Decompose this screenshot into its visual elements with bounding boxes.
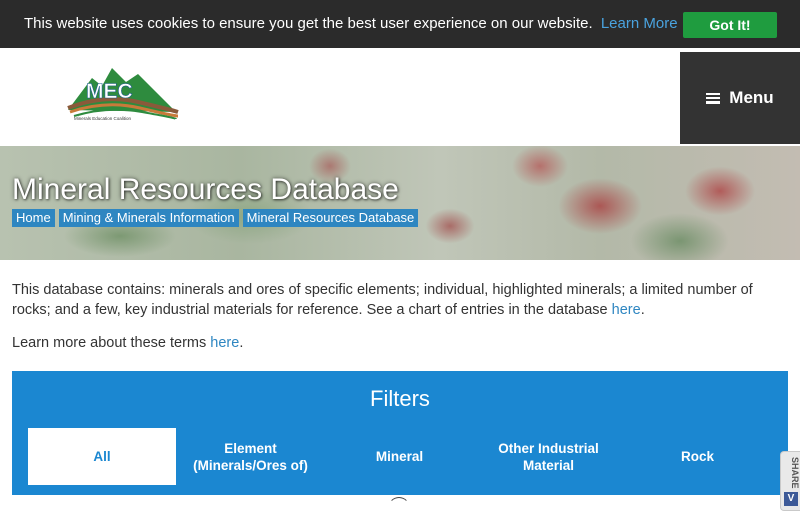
filter-tab-mineral[interactable]: Mineral	[325, 428, 474, 485]
share-label: SHARE	[790, 457, 800, 489]
filter-tab-label: Rock	[680, 449, 714, 464]
filter-tab-all[interactable]: All	[28, 428, 176, 485]
filter-tab-element[interactable]: Element (Minerals/Ores of)	[176, 428, 325, 485]
hamburger-icon	[706, 92, 721, 104]
filter-tabs: All Element (Minerals/Ores of) Mineral O…	[28, 428, 772, 485]
filters-title: Filters	[370, 386, 430, 411]
menu-button[interactable]: Menu	[680, 52, 800, 144]
filter-tab-other-industrial[interactable]: Other Industrial Material	[474, 428, 623, 485]
cookie-learn-more-link[interactable]: Learn More	[601, 15, 678, 32]
share-icon: V	[784, 492, 798, 506]
filter-tab-label: All	[93, 449, 111, 464]
learn-paragraph: Learn more about these terms here.	[12, 333, 782, 353]
filter-tab-label: Mineral	[375, 449, 424, 464]
chart-link[interactable]: here	[612, 302, 641, 318]
logo-tagline: Minerals Education Coalition	[74, 116, 132, 121]
logo-text: MEC	[86, 80, 133, 103]
filter-tab-label: Other Industrial Material	[498, 440, 599, 473]
site-header: MEC Minerals Education Coalition Menu	[0, 48, 800, 146]
breadcrumb-home[interactable]: Home	[12, 209, 55, 227]
cookie-message: This website uses cookies to ensure you …	[24, 15, 678, 32]
breadcrumb-mining-minerals-info[interactable]: Mining & Minerals Information	[58, 209, 239, 227]
filter-tab-rock[interactable]: Rock	[623, 428, 772, 485]
learn-text: Learn more about these terms	[12, 335, 211, 351]
terms-link[interactable]: here	[210, 335, 239, 351]
share-widget[interactable]: SHARE V	[780, 451, 800, 511]
filters-panel: Filters All Element (Minerals/Ores of) M…	[12, 371, 788, 495]
intro-end: .	[640, 302, 645, 318]
breadcrumb-mineral-resources-db[interactable]: Mineral Resources Database	[242, 209, 419, 227]
page-title: Mineral Resources Database	[12, 173, 399, 206]
mountain-logo-icon: MEC Minerals Education Coalition	[67, 68, 179, 121]
learn-end: .	[239, 335, 244, 351]
cookie-accept-button[interactable]: Got It!	[683, 12, 777, 38]
intro-paragraph: This database contains: minerals and ore…	[12, 280, 782, 320]
filter-tab-label: Element (Minerals/Ores of)	[193, 440, 308, 473]
mec-logo[interactable]: MEC Minerals Education Coalition	[64, 62, 182, 122]
cookie-message-text: This website uses cookies to ensure you …	[24, 15, 593, 32]
breadcrumb: Home Mining & Minerals Information Miner…	[12, 209, 419, 227]
menu-label: Menu	[729, 88, 774, 107]
loading-spinner-icon	[388, 497, 410, 519]
intro-content: This database contains: minerals and ore…	[12, 280, 782, 353]
cookie-banner: This website uses cookies to ensure you …	[0, 0, 800, 48]
hero-banner: Mineral Resources Database Home Mining &…	[0, 146, 800, 260]
